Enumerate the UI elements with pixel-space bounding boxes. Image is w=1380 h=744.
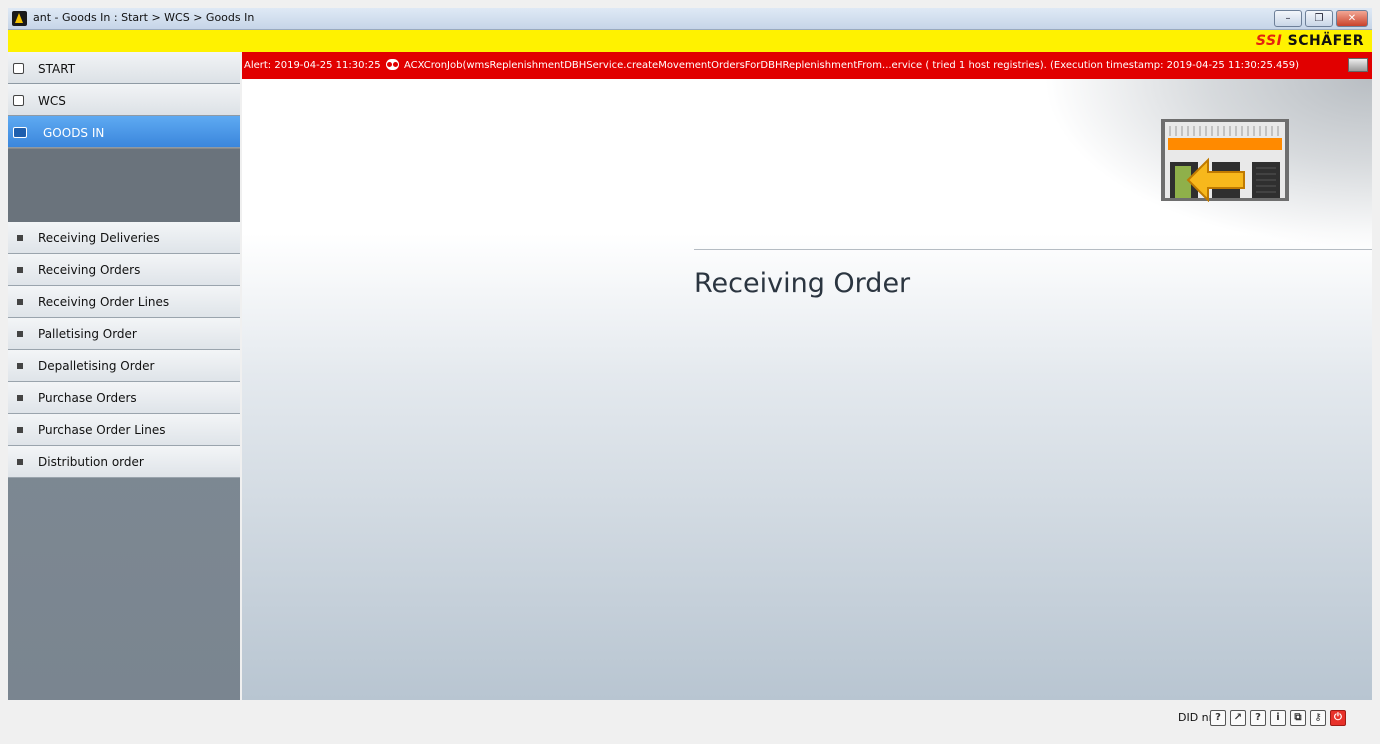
- submenu-label: Distribution order: [38, 455, 144, 469]
- bullet-icon: [17, 267, 23, 273]
- submenu-item-distribution-order[interactable]: Distribution order: [8, 446, 240, 478]
- bullet-icon: [17, 427, 23, 433]
- sidebar-spacer: [8, 148, 240, 222]
- submenu-label: Palletising Order: [38, 327, 137, 341]
- submenu-item-receiving-orders[interactable]: Receiving Orders: [8, 254, 240, 286]
- nav-goods-in-label: GOODS IN: [43, 126, 105, 140]
- submenu-item-purchase-orders[interactable]: Purchase Orders: [8, 382, 240, 414]
- ssi-schaefer-logo: SSI SCHÄFER: [1256, 33, 1364, 49]
- submenu-item-palletising-order[interactable]: Palletising Order: [8, 318, 240, 350]
- submenu-label: Purchase Orders: [38, 391, 137, 405]
- title-divider: [694, 249, 1372, 250]
- close-button[interactable]: ✕: [1336, 10, 1368, 27]
- play-icon: [13, 95, 24, 106]
- bullet-icon: [17, 459, 23, 465]
- submenu-label: Receiving Order Lines: [38, 295, 170, 309]
- submenu-item-purchase-order-lines[interactable]: Purchase Order Lines: [8, 414, 240, 446]
- alert-dismiss-icon[interactable]: [1348, 58, 1368, 72]
- submenu-label: Purchase Order Lines: [38, 423, 166, 437]
- window-title: ant - Goods In : Start > WCS > Goods In: [33, 11, 255, 24]
- nav-wcs[interactable]: WCS: [8, 84, 240, 116]
- brand-bar: SSI SCHÄFER: [8, 30, 1372, 52]
- bullet-icon: [17, 395, 23, 401]
- submenu-label: Receiving Orders: [38, 263, 141, 277]
- minimize-button[interactable]: –: [1274, 10, 1302, 27]
- submenu-item-receiving-deliveries[interactable]: Receiving Deliveries: [8, 222, 240, 254]
- goods-in-building-icon: [1161, 119, 1289, 202]
- logo-ssi-text: SSI: [1255, 33, 1283, 49]
- nav-start[interactable]: START: [8, 52, 240, 84]
- alert-message: ACXCronJob(wmsReplenishmentDBHService.cr…: [403, 60, 1300, 71]
- page-title: Receiving Order: [694, 268, 911, 299]
- bullet-icon: [17, 299, 23, 305]
- nav-start-label: START: [38, 62, 76, 76]
- export-icon[interactable]: ↗: [1230, 710, 1246, 726]
- bullet-icon: [17, 331, 23, 337]
- help-icon[interactable]: ?: [1250, 710, 1266, 726]
- bullet-icon: [17, 235, 23, 241]
- fast-forward-icon: [13, 127, 27, 138]
- key-icon[interactable]: ⚷: [1310, 710, 1326, 726]
- window-icon[interactable]: ⧉: [1290, 710, 1306, 726]
- nav-wcs-label: WCS: [38, 94, 66, 108]
- alert-prefix: Alert: 2019-04-25 11:30:25: [244, 60, 381, 71]
- nav-goods-in[interactable]: GOODS IN: [8, 116, 240, 148]
- submenu-label: Depalletising Order: [38, 359, 155, 373]
- power-icon[interactable]: ⏻: [1330, 710, 1346, 726]
- alert-banner[interactable]: Alert: 2019-04-25 11:30:25 ACXCronJob(wm…: [242, 52, 1372, 79]
- status-bar: DID nn ? ↗ ? i ⧉ ⚷ ⏻: [8, 700, 1372, 736]
- restore-button[interactable]: ❐: [1305, 10, 1333, 27]
- sidebar: START WCS GOODS IN Receiving Deliveries …: [8, 52, 240, 700]
- submenu-label: Receiving Deliveries: [38, 231, 160, 245]
- help-icon[interactable]: ?: [1210, 710, 1226, 726]
- submenu-item-depalletising-order[interactable]: Depalletising Order: [8, 350, 240, 382]
- square-dot-icon: [13, 63, 24, 74]
- app-logo-icon: [12, 11, 27, 26]
- logo-name-text: SCHÄFER: [1287, 33, 1364, 49]
- main-content: Alert: 2019-04-25 11:30:25 ACXCronJob(wm…: [242, 52, 1372, 700]
- info-icon[interactable]: i: [1270, 710, 1286, 726]
- window-titlebar: ant - Goods In : Start > WCS > Goods In …: [8, 8, 1372, 30]
- bullet-icon: [17, 363, 23, 369]
- submenu-item-receiving-order-lines[interactable]: Receiving Order Lines: [8, 286, 240, 318]
- alert-icon: [385, 58, 399, 70]
